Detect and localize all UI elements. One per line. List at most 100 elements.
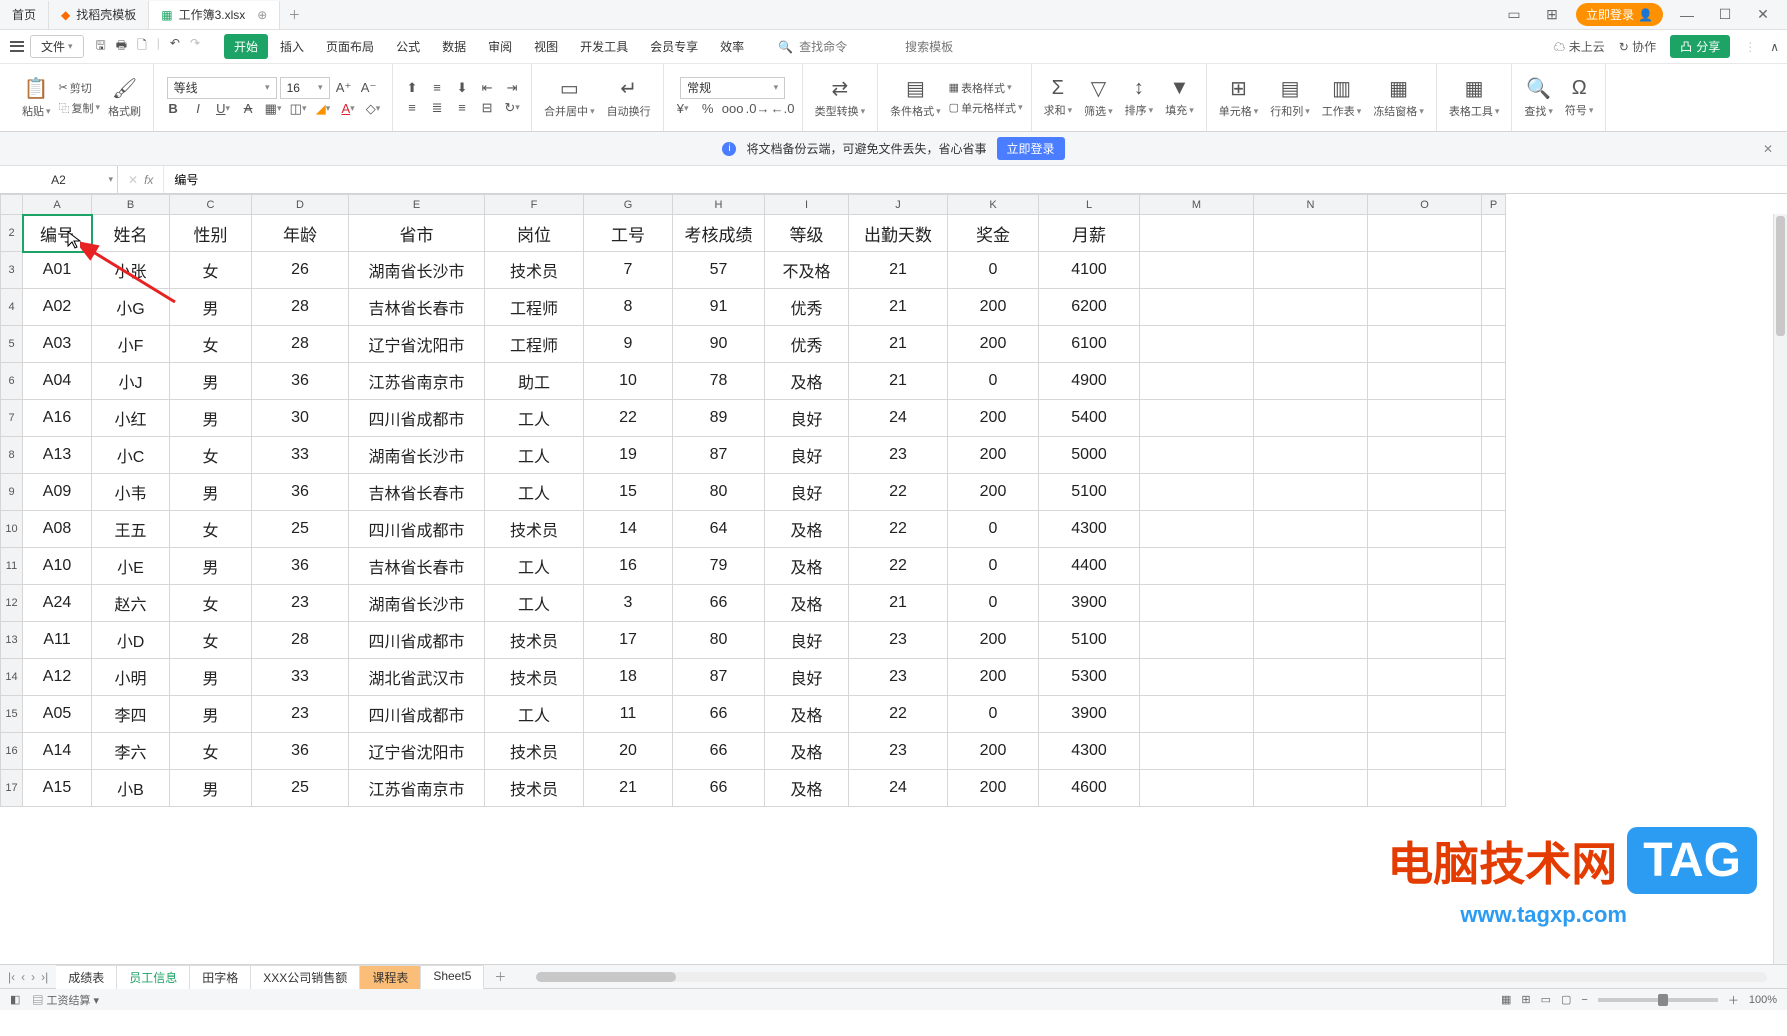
cell[interactable] <box>1254 400 1368 437</box>
bold-button[interactable]: B <box>162 99 184 119</box>
view-read-icon[interactable]: ▢ <box>1561 993 1571 1006</box>
cell[interactable]: 200 <box>948 474 1039 511</box>
cell[interactable]: 33 <box>252 659 349 696</box>
cell[interactable]: 22 <box>584 400 673 437</box>
cell[interactable]: 及格 <box>765 363 849 400</box>
cell[interactable] <box>1482 289 1506 326</box>
cell[interactable]: 200 <box>948 770 1039 807</box>
cell[interactable]: 工人 <box>485 585 584 622</box>
align-right-icon[interactable]: ≡ <box>451 98 473 118</box>
cell[interactable]: 工程师 <box>485 289 584 326</box>
cell[interactable]: 优秀 <box>765 289 849 326</box>
cell[interactable]: 4900 <box>1039 363 1140 400</box>
cell[interactable]: 21 <box>849 289 948 326</box>
menu-tab-3[interactable]: 公式 <box>386 34 430 59</box>
menu-tab-1[interactable]: 插入 <box>270 34 314 59</box>
cell[interactable]: 25 <box>252 511 349 548</box>
cell[interactable]: 技术员 <box>485 511 584 548</box>
banner-login-button[interactable]: 立即登录 <box>997 137 1065 160</box>
cell[interactable]: 91 <box>673 289 765 326</box>
cell[interactable]: 0 <box>948 585 1039 622</box>
cell[interactable] <box>1140 585 1254 622</box>
cell[interactable]: 87 <box>673 437 765 474</box>
col-header-N[interactable]: N <box>1254 195 1368 215</box>
cell[interactable]: 3900 <box>1039 585 1140 622</box>
number-format-select[interactable]: 常规▾ <box>680 77 785 99</box>
sheet-tab-1[interactable]: 员工信息 <box>117 965 190 989</box>
spreadsheet-grid[interactable]: ABCDEFGHIJKLMNOP 2编号姓名性别年龄省市岗位工号考核成绩等级出勤… <box>0 194 1506 807</box>
cell[interactable]: 16 <box>584 548 673 585</box>
cell[interactable] <box>1368 696 1482 733</box>
fx-icon[interactable]: fx <box>144 173 153 187</box>
cell[interactable]: 小韦 <box>92 474 170 511</box>
cell[interactable] <box>1482 770 1506 807</box>
cell[interactable]: 80 <box>673 474 765 511</box>
cell[interactable]: 王五 <box>92 511 170 548</box>
font-color-button[interactable]: A▾ <box>337 99 359 119</box>
cell[interactable]: A12 <box>23 659 92 696</box>
cell[interactable]: 36 <box>252 733 349 770</box>
cell[interactable] <box>1140 548 1254 585</box>
cell[interactable]: A11 <box>23 622 92 659</box>
sheet-tab-0[interactable]: 成绩表 <box>56 965 117 989</box>
col-header-P[interactable]: P <box>1482 195 1506 215</box>
col-header-I[interactable]: I <box>765 195 849 215</box>
cell[interactable]: 湖南省长沙市 <box>349 437 485 474</box>
strikethrough-button[interactable]: A <box>237 99 259 119</box>
cell[interactable]: 四川省成都市 <box>349 400 485 437</box>
cell[interactable]: 3 <box>584 585 673 622</box>
cell[interactable]: 男 <box>170 696 252 733</box>
cell[interactable] <box>1482 437 1506 474</box>
cell[interactable]: 23 <box>252 696 349 733</box>
cell[interactable]: 33 <box>252 437 349 474</box>
cell[interactable]: A09 <box>23 474 92 511</box>
cell[interactable] <box>1140 659 1254 696</box>
cell[interactable]: 良好 <box>765 622 849 659</box>
cell[interactable] <box>1254 326 1368 363</box>
cell[interactable]: A10 <box>23 548 92 585</box>
cell[interactable]: 姓名 <box>92 215 170 252</box>
cell[interactable]: 25 <box>252 770 349 807</box>
menu-tab-5[interactable]: 审阅 <box>478 34 522 59</box>
cell[interactable] <box>1482 511 1506 548</box>
table-style-button[interactable]: ▦ 表格样式▾ <box>949 80 1023 96</box>
cell[interactable] <box>1368 400 1482 437</box>
cell[interactable]: 200 <box>948 437 1039 474</box>
cell-button[interactable]: ⊞单元格▾ <box>1215 76 1263 119</box>
cloud-status[interactable]: ☁ 未上云 <box>1553 38 1604 55</box>
cell[interactable]: 等级 <box>765 215 849 252</box>
cell[interactable] <box>1254 585 1368 622</box>
row-header[interactable]: 16 <box>1 733 23 770</box>
cell[interactable] <box>1140 696 1254 733</box>
clear-format-button[interactable]: ◇▾ <box>362 99 384 119</box>
comma-icon[interactable]: ооо <box>722 99 744 119</box>
zoom-out-icon[interactable]: − <box>1581 994 1587 1006</box>
file-menu[interactable]: 文件▾ <box>30 35 84 58</box>
font-size-select[interactable]: 16▾ <box>280 77 330 99</box>
tab-home[interactable]: 首页 <box>0 1 49 29</box>
cell[interactable] <box>1368 437 1482 474</box>
cell[interactable]: 23 <box>849 622 948 659</box>
cell[interactable]: 赵六 <box>92 585 170 622</box>
cell[interactable]: 0 <box>948 511 1039 548</box>
cell[interactable]: 女 <box>170 733 252 770</box>
cell[interactable]: 年龄 <box>252 215 349 252</box>
cell[interactable]: 及格 <box>765 548 849 585</box>
menu-tab-2[interactable]: 页面布局 <box>316 34 384 59</box>
cell[interactable]: 小B <box>92 770 170 807</box>
view-layout-icon[interactable]: ⊞ <box>1521 993 1530 1006</box>
col-header-C[interactable]: C <box>170 195 252 215</box>
sheet-tab-5[interactable]: Sheet5 <box>421 965 484 989</box>
col-header-J[interactable]: J <box>849 195 948 215</box>
menu-tab-8[interactable]: 会员专享 <box>640 34 708 59</box>
cell[interactable] <box>1482 548 1506 585</box>
cell[interactable]: 64 <box>673 511 765 548</box>
cell[interactable]: 技术员 <box>485 622 584 659</box>
cell[interactable] <box>1254 474 1368 511</box>
cell[interactable]: 200 <box>948 659 1039 696</box>
underline-button[interactable]: U▾ <box>212 99 234 119</box>
cell[interactable]: 5100 <box>1039 622 1140 659</box>
col-header-H[interactable]: H <box>673 195 765 215</box>
cell[interactable] <box>1368 622 1482 659</box>
mode-icon[interactable]: ◧ <box>10 993 20 1006</box>
